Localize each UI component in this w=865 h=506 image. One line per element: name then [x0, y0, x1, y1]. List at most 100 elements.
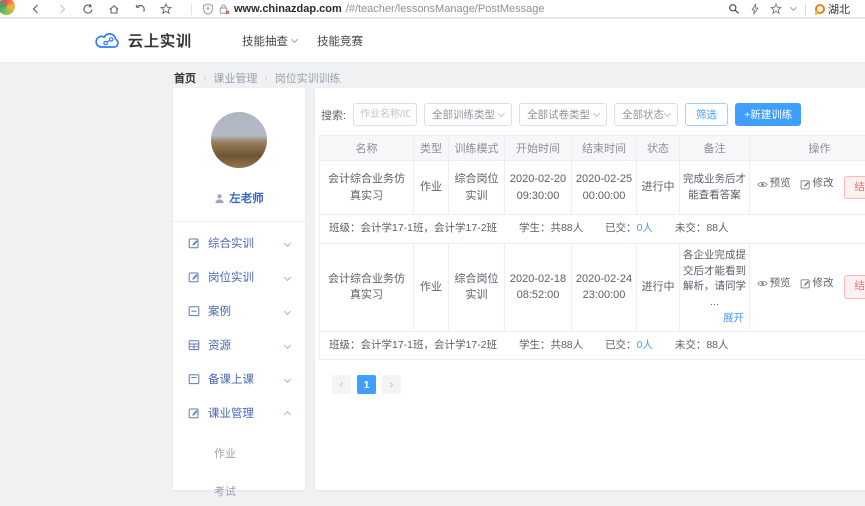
- unsubmitted-value: 88人: [706, 222, 728, 234]
- edit-button[interactable]: 修改: [800, 176, 834, 192]
- page-prev-button[interactable]: ‹: [332, 375, 351, 394]
- sidebar-item-post-training[interactable]: 岗位实训: [173, 260, 305, 294]
- table-header-row: 名称 类型 训练模式 开始时间 结束时间 状态 备注 操作: [320, 136, 865, 161]
- edit-square-icon: [800, 278, 811, 289]
- cell-type: 作业: [414, 243, 449, 331]
- students-label: 学生：: [519, 222, 551, 234]
- url-path[interactable]: /#/teacher/lessonsManage/PostMessage: [346, 3, 545, 15]
- address-bar[interactable]: www.chinazdap.com /#/teacher/lessonsManag…: [191, 3, 728, 15]
- undo-icon[interactable]: [134, 3, 146, 15]
- lessons-table: 名称 类型 训练模式 开始时间 结束时间 状态 备注 操作 会计综合业务仿真实习…: [319, 135, 865, 360]
- preview-label: 预览: [770, 276, 791, 292]
- table-row: 会计综合业务仿真实习 作业 综合岗位实训 2020-02-20 09:30:00…: [320, 161, 865, 215]
- pagination: ‹ 1 ›: [332, 375, 865, 394]
- home-icon[interactable]: [108, 3, 120, 15]
- favorite-star-icon[interactable]: [770, 3, 782, 15]
- table-row-meta: 班级：会计学17-1班，会计学17-2班 学生：共88人 已交：0人 未交：88…: [320, 215, 865, 244]
- remark-text: 各企业完成提交后才能看到解析，请同学 ...: [683, 249, 746, 308]
- browser-logo-icon[interactable]: [0, 0, 15, 15]
- training-type-select[interactable]: 全部训练类型: [424, 103, 512, 126]
- expand-link[interactable]: 展开: [683, 311, 746, 327]
- page-next-button[interactable]: ›: [382, 375, 401, 394]
- chevron-down-icon: [498, 110, 505, 117]
- back-icon[interactable]: [30, 3, 42, 15]
- sidebar-item-lesson-prep[interactable]: 备课上课: [173, 362, 305, 396]
- cell-start: 2020-02-20 09:30:00: [505, 161, 572, 215]
- filter-button[interactable]: 筛选: [685, 103, 728, 126]
- edit-square-icon: [188, 237, 200, 249]
- submitted-value[interactable]: 0人: [637, 222, 653, 234]
- page-number-current[interactable]: 1: [357, 375, 376, 394]
- url-domain[interactable]: www.chinazdap.com: [234, 3, 342, 15]
- nav-skill-check[interactable]: 技能抽查: [242, 33, 297, 49]
- preview-button[interactable]: 预览: [757, 276, 791, 292]
- sidebar-item-cases[interactable]: 案例: [173, 294, 305, 328]
- status-badge: 进行中: [637, 243, 680, 331]
- paper-type-select[interactable]: 全部试卷类型: [519, 103, 607, 126]
- top-nav: 技能抽查 技能竞赛: [242, 33, 363, 49]
- class-value: 会计学17-1班，会计学17-2班: [361, 339, 498, 351]
- status-value: 全部状态: [622, 107, 664, 122]
- chevron-down-icon: [284, 375, 291, 382]
- edit-square-icon: [188, 407, 200, 419]
- browser-account[interactable]: 湖北: [815, 1, 865, 17]
- insecure-lock-icon: [218, 3, 230, 15]
- forward-icon[interactable]: [56, 3, 68, 15]
- chevron-down-icon: [593, 110, 600, 117]
- sidebar-item-label: 课业管理: [208, 405, 254, 421]
- nav-skill-check-label: 技能抽查: [242, 33, 288, 49]
- chevron-down-icon: [284, 273, 291, 280]
- cell-name: 会计综合业务仿真实习: [320, 243, 414, 331]
- site-logo[interactable]: 云上实训: [95, 30, 192, 51]
- sidebar-item-label: 资源: [208, 337, 231, 353]
- training-type-value: 全部训练类型: [432, 107, 495, 122]
- breadcrumb: 首页 › 课业管理 › 岗位实训训练: [174, 70, 341, 86]
- bookmark-star-icon[interactable]: [160, 3, 172, 15]
- refresh-icon[interactable]: [82, 3, 94, 15]
- chevron-down-icon[interactable]: [790, 3, 797, 10]
- submitted-label: 已交：: [605, 222, 637, 234]
- site-header: 云上实训 技能抽查 技能竞赛: [0, 19, 865, 63]
- sidebar-subitem-homework[interactable]: 作业: [173, 438, 305, 468]
- site-logo-text: 云上实训: [128, 30, 192, 51]
- preview-button[interactable]: 预览: [757, 176, 791, 192]
- col-end: 结束时间: [572, 136, 637, 161]
- sidebar-item-label: 岗位实训: [208, 269, 254, 285]
- table-row-meta: 班级：会计学17-1班，会计学17-2班 学生：共88人 已交：0人 未交：88…: [320, 331, 865, 360]
- lightning-icon[interactable]: [749, 3, 761, 15]
- submitted-value[interactable]: 0人: [637, 339, 653, 351]
- sidebar-subitem-label: 作业: [214, 445, 236, 461]
- cell-actions: 预览 修改 结束: [750, 161, 865, 215]
- nav-skill-contest[interactable]: 技能竞赛: [317, 33, 363, 49]
- sidebar-subitem-exam[interactable]: 考试: [173, 476, 305, 506]
- shield-icon[interactable]: [202, 3, 214, 15]
- search-input[interactable]: [353, 103, 417, 126]
- sidebar-item-coursework-manage[interactable]: 课业管理: [173, 396, 305, 430]
- grid-icon: [188, 339, 200, 351]
- find-zoom-icon[interactable]: [728, 3, 740, 15]
- avatar-section: 左老师: [173, 88, 305, 206]
- edit-label: 修改: [813, 276, 834, 292]
- finish-button[interactable]: 结束: [844, 275, 865, 299]
- sidebar-item-resources[interactable]: 资源: [173, 328, 305, 362]
- cell-remark: 各企业完成提交后才能看到解析，请同学 ... 展开: [680, 243, 750, 331]
- students-value: 共88人: [550, 339, 583, 351]
- sidebar-item-comprehensive-training[interactable]: 综合实训: [173, 226, 305, 260]
- edit-square-icon: [188, 271, 200, 283]
- breadcrumb-section[interactable]: 课业管理: [213, 70, 257, 86]
- paper-type-value: 全部试卷类型: [527, 107, 590, 122]
- finish-button[interactable]: 结束: [844, 176, 865, 200]
- avatar[interactable]: [211, 112, 267, 168]
- teacher-row[interactable]: 左老师: [173, 190, 305, 206]
- status-select[interactable]: 全部状态: [614, 103, 678, 126]
- breadcrumb-home[interactable]: 首页: [174, 70, 196, 86]
- col-mode: 训练模式: [449, 136, 505, 161]
- cell-name: 会计综合业务仿真实习: [320, 161, 414, 215]
- edit-button[interactable]: 修改: [800, 276, 834, 292]
- minus-square-icon: [188, 305, 200, 317]
- unsubmitted-label: 未交：: [675, 222, 707, 234]
- cell-actions: 预览 修改 结束: [750, 243, 865, 331]
- file-icon: [188, 373, 200, 385]
- create-training-button[interactable]: +新建训练: [735, 103, 801, 126]
- browser-actions: 湖北: [728, 1, 865, 17]
